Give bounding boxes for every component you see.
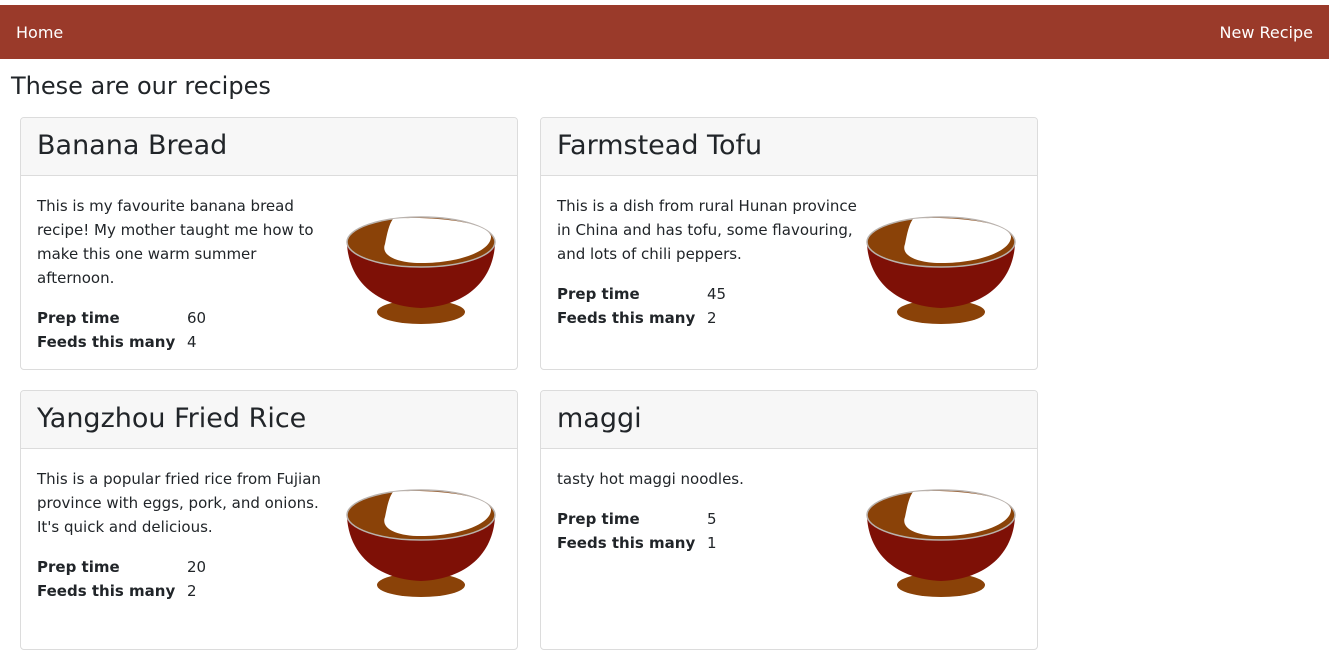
prep-time-label: Prep time	[557, 510, 640, 528]
recipe-card[interactable]: maggi tasty hot maggi noodles. Prep time…	[540, 390, 1038, 650]
recipe-title[interactable]: maggi	[557, 391, 1037, 447]
recipe-card[interactable]: Yangzhou Fried Rice This is a popular fr…	[20, 390, 518, 650]
recipe-description: tasty hot maggi noodles.	[557, 470, 744, 488]
prep-time-value: 5	[707, 510, 717, 528]
recipe-title[interactable]: Yangzhou Fried Rice	[37, 391, 517, 447]
feeds-value: 2	[187, 582, 197, 600]
recipe-card-body: tasty hot maggi noodles. Prep time 5 Fee…	[541, 449, 1037, 597]
recipe-description: This is a popular fried rice from Fujian…	[37, 470, 321, 536]
bowl-icon	[866, 216, 1016, 324]
prep-time-label: Prep time	[557, 285, 640, 303]
recipe-description: This is a dish from rural Hunan province…	[557, 197, 857, 263]
feeds-value: 1	[707, 534, 717, 552]
prep-time-label: Prep time	[37, 309, 120, 327]
bowl-icon	[346, 489, 496, 597]
nav-home-link[interactable]: Home	[16, 23, 63, 43]
feeds-label: Feeds this many	[557, 309, 696, 327]
recipe-card-header: Farmstead Tofu	[541, 118, 1037, 176]
prep-time-value: 45	[707, 285, 727, 303]
recipe-card[interactable]: Banana Bread This is my favourite banana…	[20, 117, 518, 370]
nav-new-recipe-link[interactable]: New Recipe	[1220, 23, 1313, 43]
recipe-title[interactable]: Banana Bread	[37, 118, 517, 174]
recipe-card-header: maggi	[541, 391, 1037, 449]
feeds-value: 4	[187, 333, 197, 351]
feeds-label: Feeds this many	[557, 534, 696, 552]
prep-time-value: 60	[187, 309, 207, 327]
bowl-icon	[866, 489, 1016, 597]
prep-time-value: 20	[187, 558, 207, 576]
recipe-card-body: This is my favourite banana bread recipe…	[21, 176, 517, 354]
feeds-label: Feeds this many	[37, 333, 176, 351]
recipe-card[interactable]: Farmstead Tofu This is a dish from rural…	[540, 117, 1038, 370]
recipe-card-header: Yangzhou Fried Rice	[21, 391, 517, 449]
recipe-card-body: This is a dish from rural Hunan province…	[541, 176, 1037, 330]
recipe-card-body: This is a popular fried rice from Fujian…	[21, 449, 517, 603]
recipe-title[interactable]: Farmstead Tofu	[557, 118, 1037, 174]
feeds-label: Feeds this many	[37, 582, 176, 600]
navbar: Home New Recipe	[0, 5, 1329, 59]
bowl-icon	[346, 216, 496, 324]
recipe-card-header: Banana Bread	[21, 118, 517, 176]
prep-time-label: Prep time	[37, 558, 120, 576]
page-heading: These are our recipes	[11, 72, 271, 100]
feeds-row: Feeds this many 4	[37, 330, 501, 354]
feeds-value: 2	[707, 309, 717, 327]
recipe-description: This is my favourite banana bread recipe…	[37, 197, 314, 287]
